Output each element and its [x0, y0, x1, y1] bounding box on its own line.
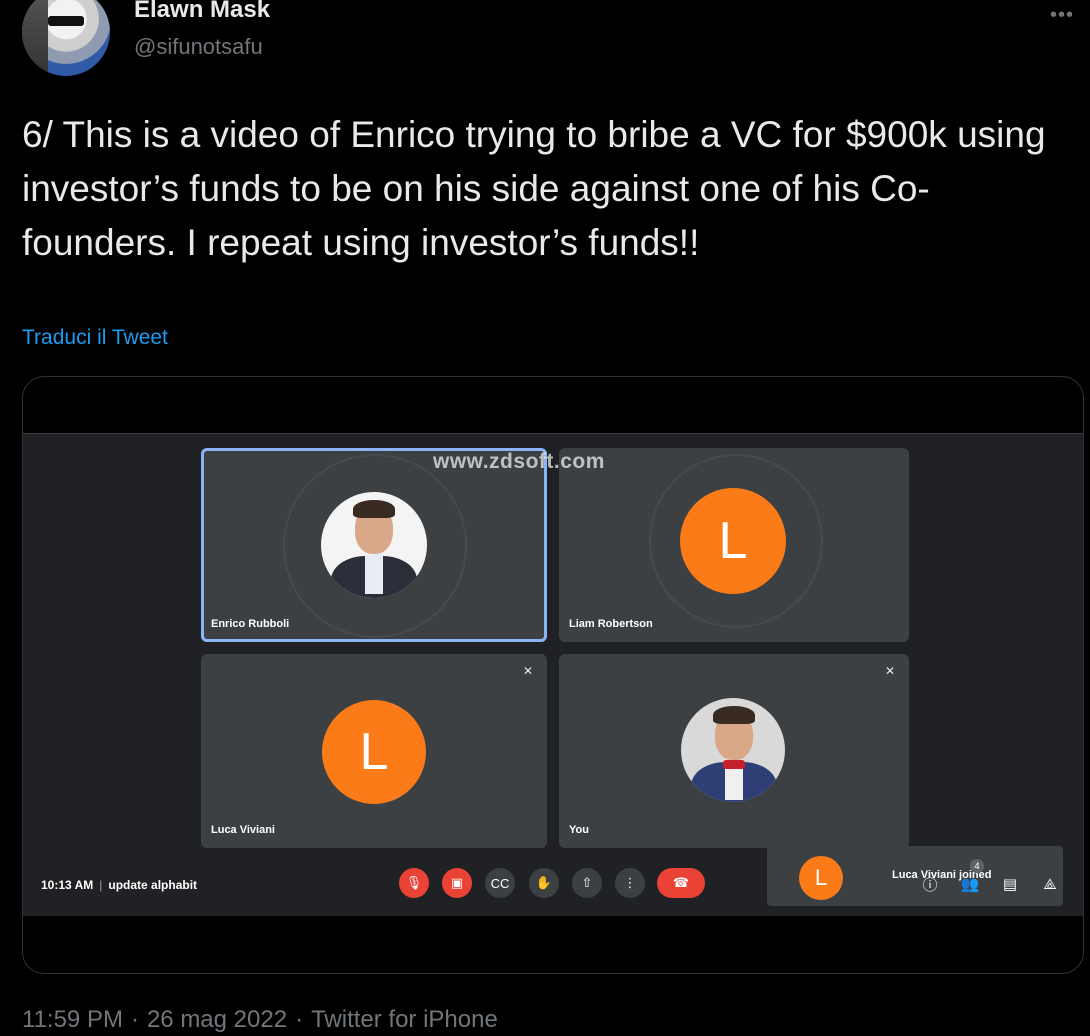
chat-icon[interactable]: ▤	[999, 874, 1021, 894]
separator: ·	[295, 1006, 304, 1033]
meeting-time: 10:13 AM	[41, 878, 94, 892]
mic-off-icon[interactable]: 🎙	[399, 868, 429, 898]
participant-name: You	[569, 824, 589, 836]
activities-icon[interactable]: ⟁	[1039, 874, 1061, 894]
participant-letter-avatar: L	[680, 488, 786, 594]
mic-off-icon: ✕	[522, 664, 533, 678]
people-count-badge: 4	[970, 859, 984, 873]
video-player[interactable]: Enrico Rubboli L Liam Robertson ✕ L Luca…	[22, 376, 1084, 974]
camera-off-icon[interactable]: ▣	[442, 868, 472, 898]
watermark: www.zdsoft.com	[433, 450, 605, 473]
avatar-blindfold	[48, 16, 84, 26]
people-icon[interactable]: 👥	[959, 874, 981, 894]
participant-letter-avatar: L	[322, 700, 426, 804]
tweet-text: 6/ This is a video of Enrico trying to b…	[22, 114, 1046, 263]
tweet-source[interactable]: Twitter for iPhone	[311, 1006, 498, 1033]
meeting-details: 10:13 AM | update alphabit	[41, 878, 197, 892]
more-options-icon[interactable]: •••	[1050, 4, 1074, 27]
participant-tile: ✕ You	[559, 654, 909, 848]
divider: |	[99, 878, 103, 892]
captions-icon[interactable]: CC	[485, 868, 515, 898]
participant-tile: Enrico Rubboli	[201, 448, 547, 642]
participant-name: Liam Robertson	[569, 618, 653, 630]
translate-tweet-link[interactable]: Traduci il Tweet	[22, 326, 168, 350]
participant-tile: L Liam Robertson	[559, 448, 909, 642]
meeting-name: update alphabit	[108, 878, 198, 892]
tweet-footer: 11:59 PM · 26 mag 2022 · Twitter for iPhone	[22, 1006, 498, 1034]
participant-name: Luca Viviani	[211, 824, 275, 836]
info-icon[interactable]: ⓘ	[919, 874, 941, 894]
meet-screen: Enrico Rubboli L Liam Robertson ✕ L Luca…	[23, 433, 1083, 916]
tweet-time[interactable]: 11:59 PM	[22, 1006, 123, 1033]
author-avatar[interactable]	[22, 0, 110, 76]
tweet-date[interactable]: 26 mag 2022	[147, 1006, 287, 1033]
present-icon[interactable]: ⇧	[572, 868, 602, 898]
participant-photo	[321, 492, 427, 598]
participant-photo	[681, 698, 785, 802]
author-name[interactable]: Elawn Mask	[134, 0, 270, 24]
author-handle[interactable]: @sifunotsafu	[134, 34, 263, 60]
end-call-icon[interactable]: ☎	[657, 868, 705, 898]
raise-hand-icon[interactable]: ✋	[529, 868, 559, 898]
more-options-icon[interactable]: ⋮	[615, 868, 645, 898]
separator: ·	[130, 1006, 139, 1033]
participant-name: Enrico Rubboli	[211, 618, 290, 630]
participant-tile: ✕ L Luca Viviani	[201, 654, 547, 848]
avatar-background	[22, 0, 48, 76]
mic-off-icon: ✕	[884, 664, 895, 678]
participant-letter-avatar: L	[799, 856, 843, 900]
